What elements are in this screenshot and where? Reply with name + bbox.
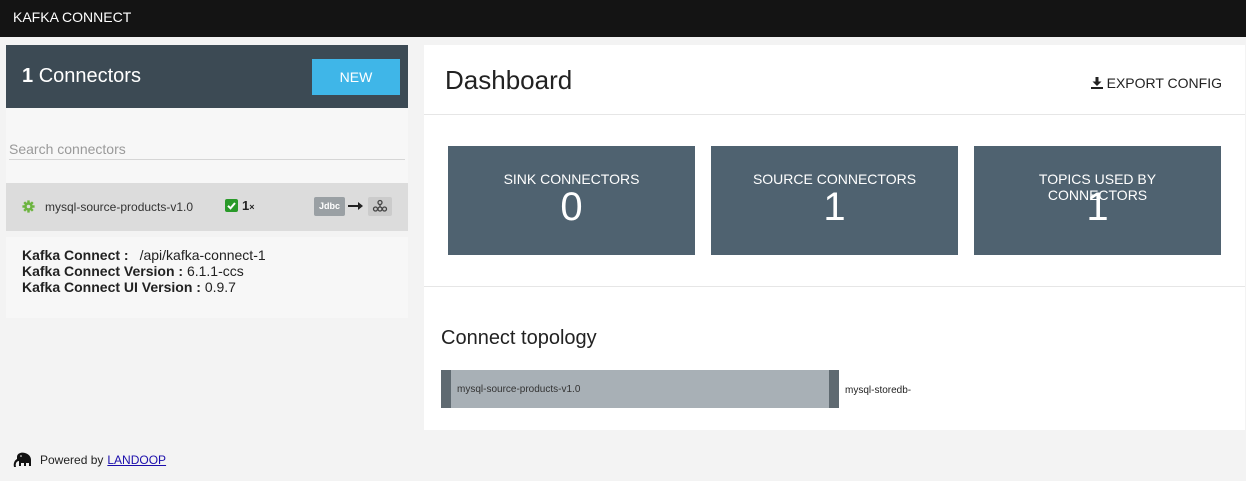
divider [424,286,1245,287]
info-connect-row: Kafka Connect : /api/kafka-connect-1 [22,247,408,263]
stat-value: 1 [823,185,846,229]
sink-connectors-card: SINK CONNECTORS 0 [448,146,695,255]
footer: Powered by LANDOOP [13,449,166,471]
info-ui-version-label: Kafka Connect UI Version : [22,279,201,295]
info-connect-label: Kafka Connect : [22,247,129,263]
dashboard-panel: Dashboard EXPORT CONFIG SINK CONNECTORS … [424,45,1245,430]
connect-info: Kafka Connect : /api/kafka-connect-1 Kafk… [6,237,408,318]
connectors-count-title: 1 Connectors [22,65,141,88]
export-config-button[interactable]: EXPORT CONFIG [1090,75,1222,91]
topology-source-label: mysql-source-products-v1.0 [457,384,581,395]
page-title: Dashboard [445,65,573,95]
connector-list-item[interactable]: mysql-source-products-v1.0 1× Jdbc [6,183,408,231]
topology-title: Connect topology [441,327,597,349]
search-input[interactable] [9,138,405,160]
info-version-label: Kafka Connect Version : [22,263,184,279]
landoop-link[interactable]: LANDOOP [107,453,166,467]
app-title: KAFKA CONNECT [13,9,132,25]
arrow-right-icon [348,202,363,210]
powered-by-text: Powered by [40,453,104,467]
divider [424,114,1245,115]
info-ui-version-value: 0.9.7 [204,279,236,295]
topology-target-label[interactable]: mysql-storedb- [845,385,911,396]
top-bar: KAFKA CONNECT [0,0,1246,37]
status-check-icon [225,199,238,212]
jdbc-badge: Jdbc [314,197,345,216]
tasks-suffix: × [249,202,255,212]
connectors-count: 1 [22,65,34,87]
export-config-label: EXPORT CONFIG [1106,75,1222,91]
elephant-icon [13,452,32,467]
sidebar: 1 Connectors NEW mysql-source-products-v… [6,45,408,318]
source-connectors-card: SOURCE CONNECTORS 1 [711,146,958,255]
kafka-icon [368,197,392,216]
gear-icon [22,200,35,213]
download-icon [1090,77,1103,89]
connectors-count-label: Connectors [38,65,141,87]
info-connect-value: /api/kafka-connect-1 [139,247,266,263]
topics-used-card: TOPICS USED BY CONNECTORS 1 [974,146,1221,255]
topology-source-node[interactable]: mysql-source-products-v1.0 [441,370,839,408]
info-version-row: Kafka Connect Version : 6.1.1-ccs [22,263,408,279]
info-ui-version-row: Kafka Connect UI Version : 0.9.7 [22,279,408,295]
sidebar-header: 1 Connectors NEW [6,45,408,108]
info-version-value: 6.1.1-ccs [186,263,244,279]
topology-edge [441,370,451,408]
stat-value: 0 [560,185,583,229]
topology-edge [829,370,839,408]
new-connector-button[interactable]: NEW [312,59,400,95]
stat-value: 1 [1086,185,1109,229]
tasks-count: 1× [242,198,255,213]
search-area [6,108,408,183]
connector-name: mysql-source-products-v1.0 [45,200,194,214]
